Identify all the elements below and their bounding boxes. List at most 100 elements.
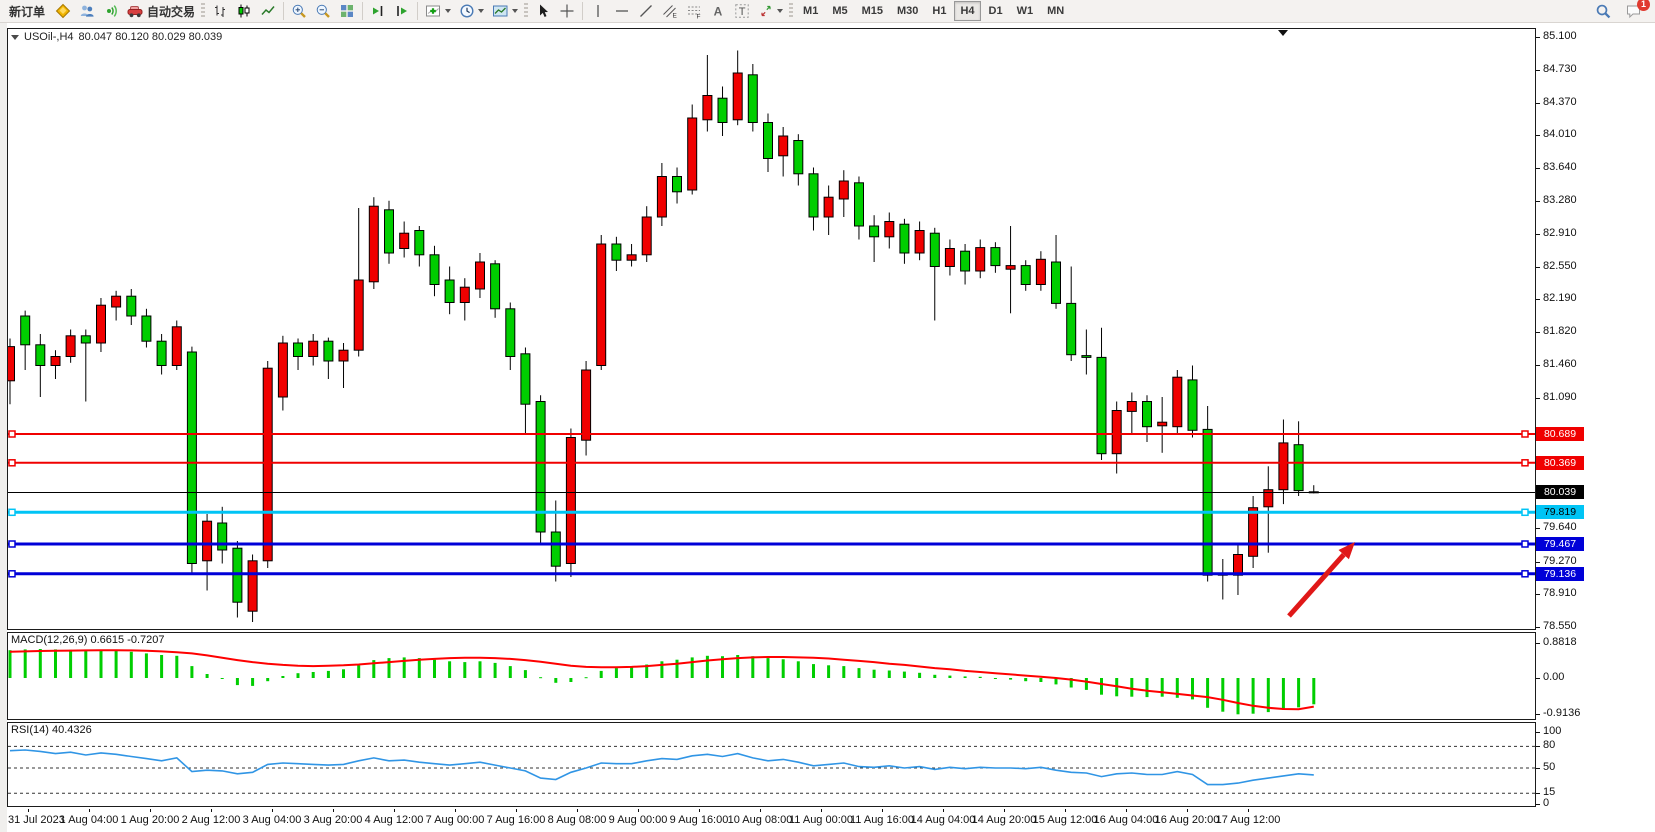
autotrade-button[interactable]: 自动交易 xyxy=(124,1,198,21)
arrows-button[interactable] xyxy=(755,1,786,21)
indicators-button[interactable] xyxy=(422,1,454,21)
macd-indicator-label: MACD(12,26,9) 0.6615 -0.7207 xyxy=(11,634,164,646)
main-chart-pane[interactable] xyxy=(7,28,1536,630)
time-axis-tick xyxy=(516,809,517,812)
candlestick-chart-button[interactable] xyxy=(233,1,255,21)
trendline-button[interactable] xyxy=(635,1,657,21)
auto-scroll-button[interactable] xyxy=(367,1,389,21)
timeframe-button-H4[interactable]: H4 xyxy=(954,1,980,21)
price-chart-canvas[interactable] xyxy=(8,29,1535,629)
timeframe-button-W1[interactable]: W1 xyxy=(1011,1,1040,21)
zoom-out-button[interactable] xyxy=(312,1,334,21)
time-axis-label: 16 Aug 20:00 xyxy=(1153,814,1221,826)
macd-canvas[interactable] xyxy=(8,633,1535,719)
timeframe-button-MN[interactable]: MN xyxy=(1041,1,1070,21)
horizontal-line-button[interactable] xyxy=(611,1,633,21)
candlestick-chart-icon xyxy=(236,3,252,19)
time-axis-label: 9 Aug 00:00 xyxy=(604,814,672,826)
rsi-axis-label: 0 xyxy=(1543,797,1549,809)
macd-pane[interactable] xyxy=(7,632,1536,720)
price-axis-tick xyxy=(1536,299,1540,300)
time-axis-label: 2 Aug 12:00 xyxy=(177,814,245,826)
price-axis-tick xyxy=(1536,746,1540,747)
price-axis-label: 84.010 xyxy=(1543,128,1577,140)
price-tag-80.039: 80.039 xyxy=(1536,485,1584,499)
metaeditor-button[interactable] xyxy=(52,1,74,21)
svg-text:A: A xyxy=(714,5,723,19)
bar-chart-button[interactable] xyxy=(209,1,231,21)
timeframe-button-D1[interactable]: D1 xyxy=(983,1,1009,21)
templates-dropdown-caret xyxy=(512,9,518,13)
time-axis-tick xyxy=(943,809,944,812)
fibonacci-icon: F xyxy=(686,3,702,19)
time-axis-tick xyxy=(150,809,151,812)
timeframe-button-M1[interactable]: M1 xyxy=(797,1,824,21)
collapse-ohlc-toggle[interactable] xyxy=(11,35,19,40)
signals-button[interactable] xyxy=(100,1,122,21)
time-axis-tick xyxy=(1004,809,1005,812)
templates-button[interactable] xyxy=(489,1,521,21)
rsi-pane[interactable] xyxy=(7,722,1536,807)
fibonacci-button[interactable]: F xyxy=(683,1,705,21)
chart-shift-marker-icon[interactable] xyxy=(1278,30,1288,36)
time-axis-tick xyxy=(28,809,29,812)
timeframe-group: M1M5M15M30H1H4D1W1MN xyxy=(796,1,1071,21)
vertical-line-button[interactable] xyxy=(587,1,609,21)
periods-button[interactable] xyxy=(456,1,487,21)
text-button[interactable]: A xyxy=(707,1,729,21)
chart-shift-button[interactable] xyxy=(391,1,413,21)
line-chart-icon xyxy=(260,3,276,19)
notifications-button[interactable]: 1 xyxy=(1622,1,1645,21)
timeframe-button-M15[interactable]: M15 xyxy=(856,1,889,21)
time-axis[interactable]: 31 Jul 20231 Aug 04:001 Aug 20:002 Aug 1… xyxy=(7,809,1536,831)
price-axis-tick xyxy=(1536,70,1540,71)
price-axis-tick xyxy=(1536,528,1540,529)
toolbar-grip xyxy=(789,3,793,19)
rsi-canvas[interactable] xyxy=(8,723,1535,806)
toolbar-grip xyxy=(524,3,528,19)
time-axis-tick xyxy=(638,809,639,812)
crosshair-button[interactable] xyxy=(556,1,578,21)
price-axis-tick xyxy=(1536,678,1540,679)
zoom-in-button[interactable] xyxy=(288,1,310,21)
price-axis-tick xyxy=(1536,804,1540,805)
timeframe-button-M30[interactable]: M30 xyxy=(891,1,924,21)
price-axis[interactable]: 85.10084.73084.37084.01083.64083.28082.9… xyxy=(1536,23,1655,813)
price-axis-tick xyxy=(1536,135,1540,136)
price-axis-label: 82.550 xyxy=(1543,260,1577,272)
ohlc-values: 80.047 80.120 80.029 80.039 xyxy=(79,31,223,43)
time-axis-tick xyxy=(699,809,700,812)
time-axis-tick xyxy=(333,809,334,812)
new-order-button[interactable]: 新订单 xyxy=(4,1,50,21)
time-axis-tick xyxy=(760,809,761,812)
line-chart-button[interactable] xyxy=(257,1,279,21)
chart-shift-icon xyxy=(394,3,410,19)
time-axis-label: 10 Aug 08:00 xyxy=(726,814,794,826)
text-label-button[interactable]: T xyxy=(731,1,753,21)
quote-line: USOil-,H4 80.047 80.120 80.029 80.039 xyxy=(11,31,222,43)
price-axis-label: 85.100 xyxy=(1543,30,1577,42)
time-axis-label: 11 Aug 00:00 xyxy=(787,814,855,826)
channel-icon: E xyxy=(662,3,678,19)
vertical-line-icon xyxy=(590,3,606,19)
channel-button[interactable]: E xyxy=(659,1,681,21)
timeframe-button-H1[interactable]: H1 xyxy=(926,1,952,21)
periods-dropdown-caret xyxy=(478,9,484,13)
search-button[interactable] xyxy=(1592,1,1615,21)
timeframe-button-M5[interactable]: M5 xyxy=(826,1,853,21)
macd-axis-label: 0.00 xyxy=(1543,671,1564,683)
time-axis-label: 11 Aug 16:00 xyxy=(848,814,916,826)
templates-icon xyxy=(492,3,509,19)
cursor-button[interactable] xyxy=(532,1,554,21)
macd-axis-label: 0.8818 xyxy=(1543,636,1577,648)
price-axis-label: 81.090 xyxy=(1543,391,1577,403)
time-axis-tick xyxy=(1187,809,1188,812)
chart-window[interactable]: USOil-,H4 80.047 80.120 80.029 80.039 MA… xyxy=(0,23,1655,832)
time-axis-label: 4 Aug 12:00 xyxy=(360,814,428,826)
accounts-button[interactable] xyxy=(76,1,98,21)
search-icon xyxy=(1595,3,1612,20)
time-axis-tick xyxy=(577,809,578,812)
time-axis-label: 17 Aug 12:00 xyxy=(1214,814,1282,826)
tile-windows-button[interactable] xyxy=(336,1,358,21)
price-axis-tick xyxy=(1536,732,1540,733)
